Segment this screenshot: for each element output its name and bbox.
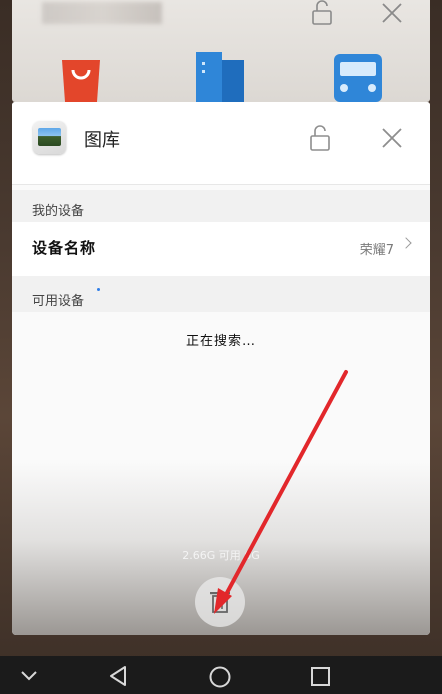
- collapse-icon[interactable]: [20, 668, 38, 682]
- annotation-arrow-icon: [214, 370, 348, 614]
- navigation-bar: [0, 656, 442, 694]
- home-icon[interactable]: [208, 665, 232, 689]
- back-icon[interactable]: [108, 665, 128, 687]
- recents-icon[interactable]: [310, 666, 332, 688]
